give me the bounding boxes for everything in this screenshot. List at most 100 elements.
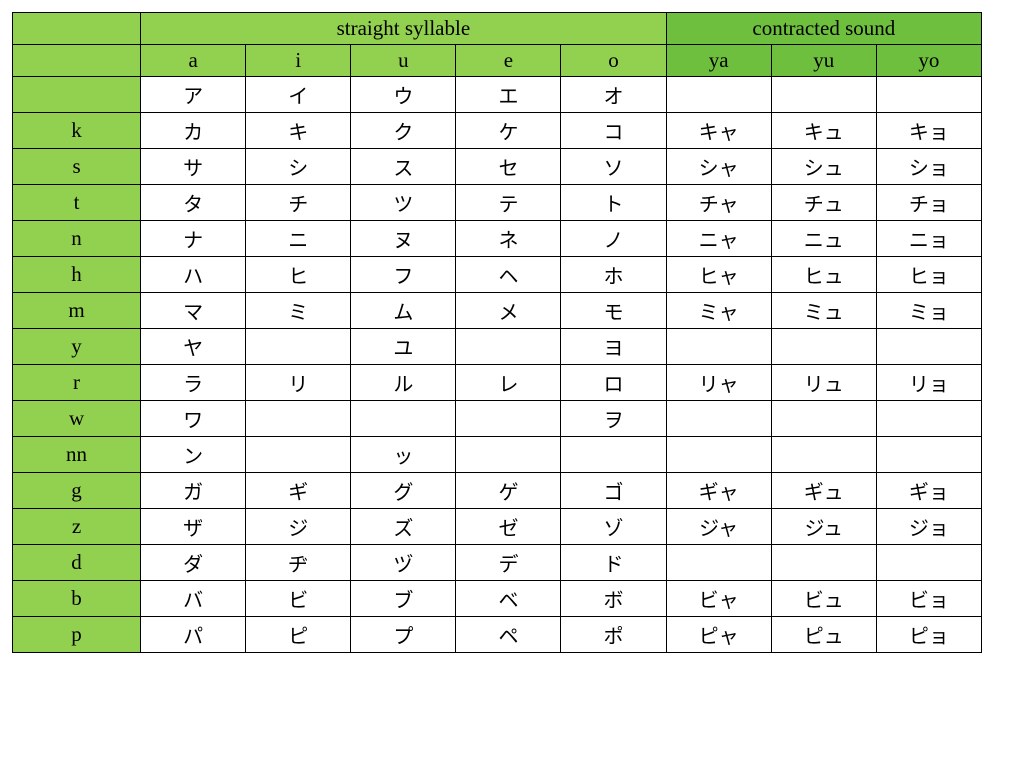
row-label: b xyxy=(13,581,141,617)
row-label: y xyxy=(13,329,141,365)
cell-yu xyxy=(771,77,876,113)
cell-a: ヤ xyxy=(141,329,246,365)
cell-i: ビ xyxy=(246,581,351,617)
cell-yu: ジュ xyxy=(771,509,876,545)
cell-a: パ xyxy=(141,617,246,653)
cell-i: ピ xyxy=(246,617,351,653)
cell-a: ダ xyxy=(141,545,246,581)
col-ya: ya xyxy=(666,45,771,77)
cell-u: ヅ xyxy=(351,545,456,581)
col-yo: yo xyxy=(876,45,981,77)
table-row: y ヤ ユ ヨ xyxy=(13,329,982,365)
row-label xyxy=(13,77,141,113)
cell-e: ネ xyxy=(456,221,561,257)
cell-a: ア xyxy=(141,77,246,113)
cell-u: ヌ xyxy=(351,221,456,257)
cell-a: マ xyxy=(141,293,246,329)
table-row: s サ シ ス セ ソ シャ シュ ショ xyxy=(13,149,982,185)
cell-e xyxy=(456,401,561,437)
table-row: m マ ミ ム メ モ ミャ ミュ ミョ xyxy=(13,293,982,329)
row-label: w xyxy=(13,401,141,437)
table-subheader-row: a i u e o ya yu yo xyxy=(13,45,982,77)
cell-e: テ xyxy=(456,185,561,221)
cell-yu: ビュ xyxy=(771,581,876,617)
cell-o: ポ xyxy=(561,617,666,653)
cell-u: ツ xyxy=(351,185,456,221)
table-row: t タ チ ツ テ ト チャ チュ チョ xyxy=(13,185,982,221)
cell-yu: キュ xyxy=(771,113,876,149)
cell-u: ス xyxy=(351,149,456,185)
cell-yu: チュ xyxy=(771,185,876,221)
cell-i: リ xyxy=(246,365,351,401)
table-row: d ダ ヂ ヅ デ ド xyxy=(13,545,982,581)
cell-a: ザ xyxy=(141,509,246,545)
cell-i: ニ xyxy=(246,221,351,257)
cell-a: ラ xyxy=(141,365,246,401)
cell-yo xyxy=(876,329,981,365)
cell-yo: ニョ xyxy=(876,221,981,257)
cell-e: セ xyxy=(456,149,561,185)
cell-ya xyxy=(666,77,771,113)
cell-o: ボ xyxy=(561,581,666,617)
header-contracted-sound: contracted sound xyxy=(666,13,981,45)
cell-yu: リュ xyxy=(771,365,876,401)
cell-u: プ xyxy=(351,617,456,653)
row-label: n xyxy=(13,221,141,257)
cell-i xyxy=(246,401,351,437)
row-label: t xyxy=(13,185,141,221)
table-row: k カ キ ク ケ コ キャ キュ キョ xyxy=(13,113,982,149)
cell-yu: ピュ xyxy=(771,617,876,653)
cell-ya xyxy=(666,545,771,581)
cell-e: ベ xyxy=(456,581,561,617)
cell-i: ヂ xyxy=(246,545,351,581)
cell-ya: ジャ xyxy=(666,509,771,545)
cell-yo: ギョ xyxy=(876,473,981,509)
cell-ya xyxy=(666,329,771,365)
cell-i xyxy=(246,329,351,365)
header-blank-top xyxy=(13,13,141,45)
cell-ya: チャ xyxy=(666,185,771,221)
cell-yo xyxy=(876,77,981,113)
cell-e xyxy=(456,329,561,365)
katakana-table: straight syllable contracted sound a i u… xyxy=(12,12,982,653)
cell-yu: シュ xyxy=(771,149,876,185)
cell-yo: ショ xyxy=(876,149,981,185)
table-row: nn ン ッ xyxy=(13,437,982,473)
cell-yo: リョ xyxy=(876,365,981,401)
cell-yu: ヒュ xyxy=(771,257,876,293)
cell-i: ヒ xyxy=(246,257,351,293)
cell-e: メ xyxy=(456,293,561,329)
cell-yo: ミョ xyxy=(876,293,981,329)
table-row: b バ ビ ブ ベ ボ ビャ ビュ ビョ xyxy=(13,581,982,617)
row-label: r xyxy=(13,365,141,401)
cell-u xyxy=(351,401,456,437)
cell-a: バ xyxy=(141,581,246,617)
cell-u: ブ xyxy=(351,581,456,617)
cell-yo: ピョ xyxy=(876,617,981,653)
table-row: z ザ ジ ズ ゼ ゾ ジャ ジュ ジョ xyxy=(13,509,982,545)
cell-ya: ギャ xyxy=(666,473,771,509)
cell-e: エ xyxy=(456,77,561,113)
cell-o: オ xyxy=(561,77,666,113)
cell-yo: ジョ xyxy=(876,509,981,545)
cell-i: イ xyxy=(246,77,351,113)
table-row: p パ ピ プ ペ ポ ピャ ピュ ピョ xyxy=(13,617,982,653)
cell-yo xyxy=(876,437,981,473)
cell-o: ヲ xyxy=(561,401,666,437)
cell-o: ホ xyxy=(561,257,666,293)
col-o: o xyxy=(561,45,666,77)
cell-yu xyxy=(771,545,876,581)
cell-ya xyxy=(666,437,771,473)
cell-u: ム xyxy=(351,293,456,329)
cell-o: ゾ xyxy=(561,509,666,545)
row-label: p xyxy=(13,617,141,653)
cell-yo xyxy=(876,545,981,581)
cell-e: ケ xyxy=(456,113,561,149)
cell-u: フ xyxy=(351,257,456,293)
cell-yu xyxy=(771,437,876,473)
cell-i: ギ xyxy=(246,473,351,509)
cell-u: グ xyxy=(351,473,456,509)
table-row: ア イ ウ エ オ xyxy=(13,77,982,113)
cell-yu xyxy=(771,329,876,365)
cell-yo xyxy=(876,401,981,437)
